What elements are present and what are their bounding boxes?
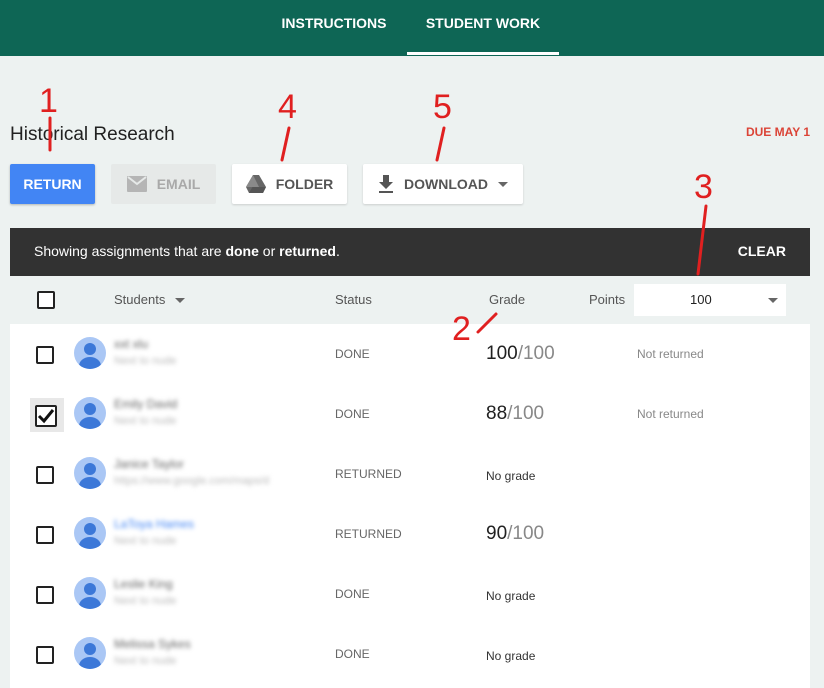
row-checkbox[interactable]	[36, 586, 54, 604]
chevron-down-icon	[768, 298, 778, 303]
select-all-checkbox[interactable]	[37, 291, 55, 309]
due-date: DUE MAY 1	[745, 125, 810, 139]
student-row[interactable]: LaToya Hames Next to nude RETURNED 90/10…	[10, 504, 810, 564]
student-name: Emily David	[114, 397, 178, 411]
status-text: RETURNED	[335, 527, 402, 541]
status-text: DONE	[335, 347, 370, 361]
student-row[interactable]: Emily David Next to nude DONE 88/100 Not…	[10, 384, 810, 444]
points-value: 100	[690, 292, 712, 307]
student-name: Leslie King	[114, 577, 173, 591]
avatar	[74, 517, 106, 549]
annotation-4: 4	[278, 88, 297, 126]
students-column-header[interactable]: Students	[114, 292, 185, 307]
row-checkbox[interactable]	[36, 466, 54, 484]
avatar	[74, 577, 106, 609]
status-text: RETURNED	[335, 467, 402, 481]
avatar	[74, 457, 106, 489]
sort-caret-icon	[174, 298, 185, 304]
student-name: xxt xlu	[114, 337, 149, 351]
drive-icon	[245, 175, 266, 193]
grade-column-header: Grade	[489, 292, 526, 307]
student-sub: https://www.google.com/maps/d	[114, 475, 270, 487]
email-button[interactable]: EMAIL	[111, 164, 216, 204]
student-sub: Next to nude	[114, 535, 177, 547]
student-row[interactable]: Janice Taylor https://www.google.com/map…	[10, 444, 810, 504]
download-button[interactable]: DOWNLOAD	[363, 164, 523, 204]
student-list: xxt xlu Next to nude DONE 100/100 Not re…	[10, 324, 810, 688]
download-button-label: DOWNLOAD	[404, 176, 488, 192]
annotation-1: 1	[39, 82, 58, 120]
avatar	[74, 397, 106, 429]
student-row[interactable]: Melissa Sykes Next to nude DONE No grade	[10, 624, 810, 684]
return-state: Not returned	[637, 407, 704, 421]
no-grade-text[interactable]: No grade	[486, 469, 535, 483]
no-grade-text[interactable]: No grade	[486, 649, 535, 663]
student-row[interactable]: Leslie King Next to nude DONE No grade	[10, 564, 810, 624]
student-row[interactable]: xxt xlu Next to nude DONE 100/100 Not re…	[10, 324, 810, 384]
avatar	[74, 337, 106, 369]
folder-button-label: FOLDER	[275, 176, 334, 192]
active-tab-indicator	[407, 52, 559, 55]
return-button-label: RETURN	[23, 176, 82, 192]
avatar	[74, 637, 106, 669]
no-grade-text[interactable]: No grade	[486, 589, 535, 603]
tab-instructions[interactable]: INSTRUCTIONS	[262, 0, 406, 56]
grade-value[interactable]: 90/100	[486, 523, 544, 545]
return-state: Not returned	[637, 347, 704, 361]
row-checkbox-checked[interactable]	[35, 405, 57, 427]
filter-message: Showing assignments that are done or ret…	[34, 243, 340, 259]
row-checkbox-wrap[interactable]	[30, 580, 60, 610]
row-checkbox-wrap[interactable]	[30, 398, 64, 432]
row-checkbox-wrap[interactable]	[30, 340, 60, 370]
clear-filter-button[interactable]: CLEAR	[738, 243, 786, 259]
row-checkbox-wrap[interactable]	[30, 640, 60, 670]
status-column-header: Status	[335, 292, 372, 307]
assignment-title: Historical Research	[10, 124, 175, 145]
annotation-line-4	[280, 126, 291, 162]
row-checkbox[interactable]	[36, 346, 54, 364]
student-sub: Next to nude	[114, 355, 177, 367]
status-text: DONE	[335, 407, 370, 421]
status-text: DONE	[335, 647, 370, 661]
checkmark-icon	[37, 409, 55, 424]
row-checkbox-wrap[interactable]	[30, 460, 60, 490]
student-name: Melissa Sykes	[114, 637, 191, 651]
filter-term-done: done	[225, 243, 259, 259]
email-button-label: EMAIL	[156, 176, 201, 192]
tab-student-work[interactable]: STUDENT WORK	[407, 0, 559, 56]
annotation-line-5	[435, 126, 446, 162]
points-label: Points	[589, 292, 626, 307]
student-sub: Next to nude	[114, 655, 177, 667]
student-name: Janice Taylor	[114, 457, 184, 471]
filter-term-returned: returned	[279, 243, 336, 259]
grade-value[interactable]: 100/100	[486, 343, 555, 365]
row-checkbox-wrap[interactable]	[30, 520, 60, 550]
email-icon	[126, 176, 147, 192]
return-button[interactable]: RETURN	[10, 164, 95, 204]
points-dropdown[interactable]: 100	[634, 284, 786, 316]
student-sub: Next to nude	[114, 415, 177, 427]
status-text: DONE	[335, 587, 370, 601]
student-name: LaToya Hames	[114, 517, 195, 531]
student-sub: Next to nude	[114, 595, 177, 607]
top-app-bar: INSTRUCTIONS STUDENT WORK	[0, 0, 824, 56]
chevron-down-icon	[498, 181, 508, 187]
filter-snackbar: Showing assignments that are done or ret…	[10, 228, 810, 276]
folder-button[interactable]: FOLDER	[232, 164, 347, 204]
annotation-5: 5	[433, 88, 452, 126]
download-icon	[378, 175, 394, 193]
row-checkbox[interactable]	[36, 646, 54, 664]
row-checkbox[interactable]	[36, 526, 54, 544]
grade-value[interactable]: 88/100	[486, 403, 544, 425]
annotation-3: 3	[694, 168, 713, 206]
